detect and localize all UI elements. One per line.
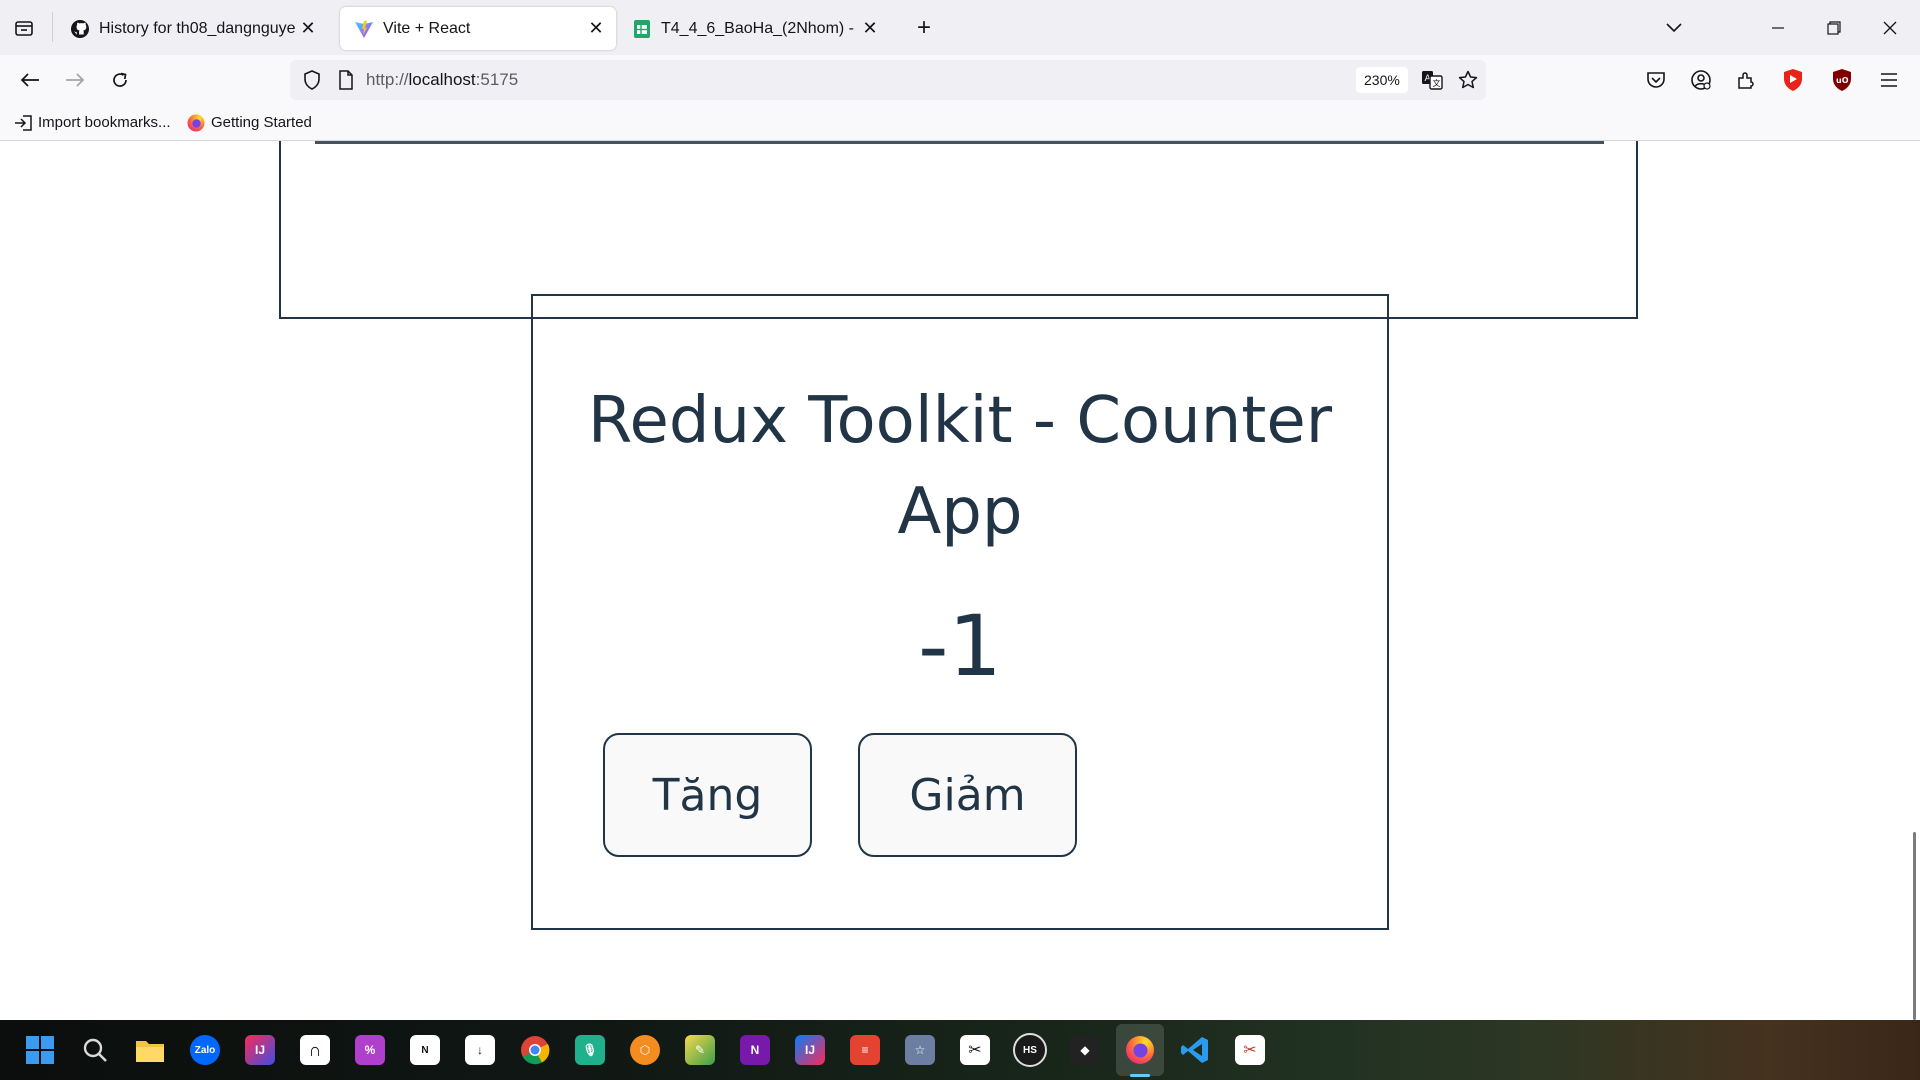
firefox-icon[interactable]	[1122, 1032, 1158, 1068]
onenote-icon[interactable]: N	[737, 1032, 773, 1068]
url-port: :5175	[475, 70, 519, 89]
previous-section-box	[279, 141, 1638, 319]
start-icon[interactable]	[22, 1032, 58, 1068]
app-icon[interactable]: ∩	[297, 1032, 333, 1068]
intellij-icon[interactable]: IJ	[242, 1032, 278, 1068]
app-icon[interactable]: %	[352, 1032, 388, 1068]
new-tab-icon[interactable]: +	[910, 14, 938, 42]
url-text[interactable]: http://localhost:5175	[366, 60, 518, 100]
counter-title: Redux Toolkit - Counter App	[587, 384, 1333, 549]
app-icon[interactable]: ✎	[682, 1032, 718, 1068]
app-icon[interactable]: 🎙	[572, 1032, 608, 1068]
previous-section-border	[315, 141, 1604, 144]
minimize-icon[interactable]	[1764, 14, 1792, 42]
app-icon[interactable]: HS	[1012, 1032, 1048, 1068]
restore-icon[interactable]	[1820, 14, 1848, 42]
list-all-tabs-icon[interactable]	[1660, 14, 1688, 42]
bookmark-import[interactable]: Import bookmarks...	[14, 105, 171, 140]
tab-label: T4_4_6_BaoHa_(2Nhom) - Goog	[661, 19, 858, 37]
tab-strip: History for th08_dangnguyentie ✕ Vite + …	[0, 0, 1920, 55]
tab-label: Vite + React	[383, 19, 471, 37]
search-icon[interactable]	[77, 1032, 113, 1068]
counter-card: Redux Toolkit - Counter App -1 Tăng Giảm	[531, 294, 1389, 930]
app-icon[interactable]: ◆	[1067, 1032, 1103, 1068]
increment-button[interactable]: Tăng	[603, 733, 812, 857]
counter-value: -1	[918, 597, 1002, 695]
zalo-logo-text: Zalo	[190, 1035, 220, 1065]
url-host: localhost	[408, 70, 476, 89]
page-info-icon[interactable]	[332, 66, 360, 94]
windows-taskbar: Zalo IJ ∩ % N ↓ 🎙 ⬡ ✎ N IJ ≡ ☆ ✂ HS ◆ ✂	[0, 1020, 1920, 1080]
capcut-icon[interactable]: ✂	[957, 1032, 993, 1068]
todoist-icon[interactable]: ≡	[847, 1032, 883, 1068]
active-app-indicator	[1130, 1074, 1150, 1077]
forward-icon[interactable]	[61, 66, 89, 94]
bookmark-label: Import bookmarks...	[38, 114, 171, 131]
translate-icon[interactable]: A文	[1418, 66, 1446, 94]
notion-icon[interactable]: N	[407, 1032, 443, 1068]
zoom-level-badge[interactable]: 230%	[1356, 67, 1408, 93]
shield-extension-icon[interactable]	[1779, 66, 1807, 94]
app-icon[interactable]: ↓	[462, 1032, 498, 1068]
back-icon[interactable]	[16, 66, 44, 94]
svg-text:文: 文	[1433, 78, 1441, 88]
tab-github-history[interactable]: History for th08_dangnguyentie ✕	[56, 7, 328, 50]
tab-google-sheets[interactable]: T4_4_6_BaoHa_(2Nhom) - Goog ✕	[618, 7, 890, 50]
ublock-origin-icon[interactable]: uO	[1828, 66, 1856, 94]
decrement-button[interactable]: Giảm	[858, 733, 1077, 857]
intellij-icon[interactable]: IJ	[792, 1032, 828, 1068]
app-icon[interactable]: ⬡	[627, 1032, 663, 1068]
snipping-tool-icon[interactable]: ✂	[1232, 1032, 1268, 1068]
firefox-icon	[187, 114, 205, 132]
close-window-icon[interactable]	[1876, 14, 1904, 42]
pocket-icon[interactable]	[1642, 66, 1670, 94]
extensions-icon[interactable]	[1732, 66, 1760, 94]
google-sheets-icon	[632, 19, 652, 39]
tab-vite-react[interactable]: Vite + React ✕	[340, 7, 616, 50]
page-viewport: Redux Toolkit - Counter App -1 Tăng Giảm	[0, 141, 1920, 1020]
navigation-toolbar: http://localhost:5175 230% A文 uO	[0, 55, 1920, 105]
close-tab-icon[interactable]: ✕	[858, 17, 882, 41]
import-icon	[14, 114, 32, 132]
app-menu-icon[interactable]	[1875, 66, 1903, 94]
vscode-icon[interactable]	[1177, 1032, 1213, 1068]
app-icon[interactable]: ☆	[902, 1032, 938, 1068]
tracking-protection-icon[interactable]	[298, 66, 326, 94]
tab-overview-icon[interactable]	[10, 14, 38, 42]
account-icon[interactable]	[1687, 66, 1715, 94]
zalo-icon[interactable]: Zalo	[187, 1032, 223, 1068]
file-explorer-icon[interactable]	[132, 1032, 168, 1068]
bookmark-label: Getting Started	[211, 114, 312, 131]
url-scheme: http://	[366, 70, 409, 89]
close-tab-icon[interactable]: ✕	[584, 17, 608, 41]
github-icon	[70, 19, 90, 39]
close-tab-icon[interactable]: ✕	[296, 17, 320, 41]
address-bar[interactable]: http://localhost:5175 230% A文	[290, 60, 1486, 100]
svg-text:uO: uO	[1836, 76, 1849, 85]
reload-icon[interactable]	[106, 66, 134, 94]
bookmarks-toolbar: Import bookmarks... Getting Started	[0, 105, 1920, 141]
vite-icon	[354, 19, 374, 39]
bookmark-star-icon[interactable]	[1454, 66, 1482, 94]
chrome-icon[interactable]	[517, 1032, 553, 1068]
tab-label: History for th08_dangnguyentie	[99, 19, 296, 37]
page-scrollbar-thumb[interactable]	[1913, 832, 1916, 1020]
bookmark-getting-started[interactable]: Getting Started	[187, 105, 312, 140]
